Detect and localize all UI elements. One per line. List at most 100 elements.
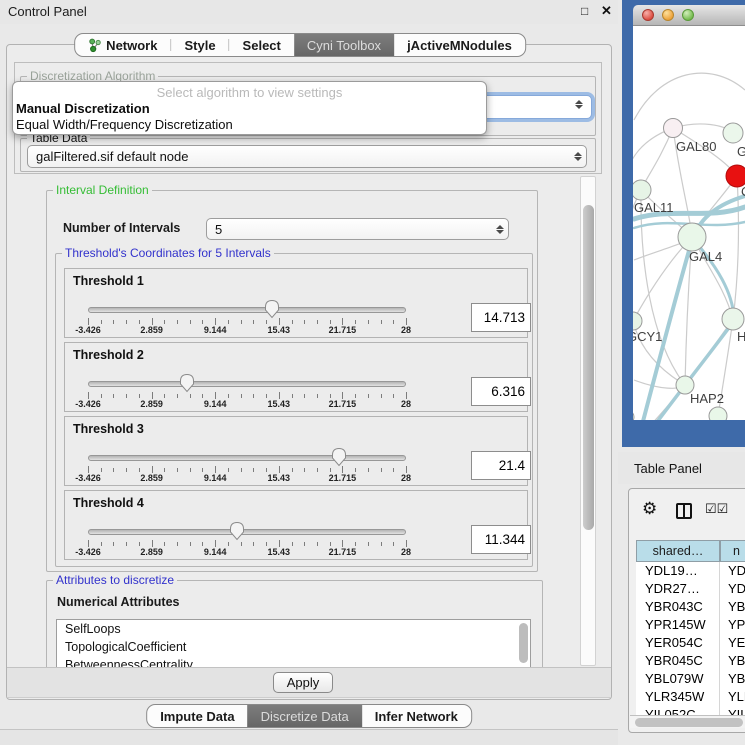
threshold-slider-track[interactable] xyxy=(88,381,406,387)
threshold-slider-track[interactable] xyxy=(88,529,406,535)
threshold-slider-thumb[interactable] xyxy=(229,521,245,541)
axis-tick xyxy=(152,392,153,399)
settings-scrollbar-thumb[interactable] xyxy=(583,205,594,530)
network-canvas[interactable]: GAL80GACGAL11GAL4GCY1HHAP2 xyxy=(633,26,745,420)
threshold-slider-thumb[interactable] xyxy=(264,299,280,319)
axis-tick xyxy=(139,320,140,324)
threshold-slider-thumb[interactable] xyxy=(179,373,195,393)
threshold-label: Threshold 1 xyxy=(73,274,144,288)
attribute-item-topologicalcoefficient[interactable]: TopologicalCoefficient xyxy=(57,638,530,656)
axis-tick xyxy=(393,320,394,324)
bottom-tab-bar: Impute DataDiscretize Data Infer Network xyxy=(146,704,472,728)
threshold-value-field[interactable]: 21.4 xyxy=(471,451,531,480)
table-row[interactable]: YPR145WYPR1 xyxy=(636,616,745,634)
table-rows[interactable]: YDL19…YDL1YDR27…YDR2YBR043CYBR0YPR145WYP… xyxy=(636,562,745,715)
tab-jactivemnodules[interactable]: jActiveMNodules xyxy=(394,34,525,56)
attributes-scrollbar-thumb[interactable] xyxy=(519,623,528,663)
axis-tick xyxy=(164,542,165,546)
axis-tick xyxy=(266,320,267,324)
zoom-window-icon[interactable] xyxy=(682,9,694,21)
network-node-label: C xyxy=(741,184,745,199)
threshold-slider-track[interactable] xyxy=(88,307,406,313)
tab-style[interactable]: Style xyxy=(171,34,228,56)
network-window-titlebar[interactable] xyxy=(633,5,745,26)
split-columns-icon[interactable] xyxy=(676,503,692,519)
threshold-value-field[interactable]: 6.316 xyxy=(471,377,531,406)
table-row[interactable]: YER054CYER0 xyxy=(636,634,745,652)
tab-discretize-data[interactable]: Discretize Data xyxy=(248,705,362,727)
table-data-combobox[interactable]: galFiltered.sif default node xyxy=(27,145,587,168)
network-node-ga[interactable] xyxy=(723,123,743,143)
number-of-intervals-value: 5 xyxy=(207,222,492,237)
axis-tick xyxy=(393,468,394,472)
algorithm-option-equal-width[interactable]: Equal Width/Frequency Discretization xyxy=(13,117,486,133)
column-header-shared-name[interactable]: shared… xyxy=(636,540,720,562)
axis-tick-label: 21.715 xyxy=(317,473,367,483)
column-header-name[interactable]: n xyxy=(720,540,745,562)
axis-tick xyxy=(279,466,280,473)
network-icon xyxy=(88,38,101,53)
combo-stepper-icon xyxy=(570,152,586,161)
axis-tick xyxy=(139,394,140,398)
network-window[interactable]: GAL80GACGAL11GAL4GCY1HHAP2 xyxy=(622,0,745,447)
axis-tick xyxy=(253,468,254,472)
numerical-attributes-list[interactable]: SelfLoopsTopologicalCoefficientBetweenne… xyxy=(56,619,531,667)
algorithm-option-manual[interactable]: Manual Discretization xyxy=(13,101,486,117)
network-node-gal11[interactable] xyxy=(633,180,651,200)
table-row[interactable]: YIL052CYIL0 xyxy=(636,706,745,715)
attribute-item-selfloops[interactable]: SelfLoops xyxy=(57,620,530,638)
numerical-attributes-label: Numerical Attributes xyxy=(57,595,179,609)
float-panel-icon[interactable]: □ xyxy=(581,4,588,18)
axis-tick xyxy=(101,320,102,324)
control-panel-title: Control Panel xyxy=(8,4,87,19)
settings-scrollbar[interactable] xyxy=(580,176,596,666)
tab-label: Infer Network xyxy=(375,709,458,724)
axis-tick xyxy=(342,540,343,547)
gear-icon[interactable]: ⚙ xyxy=(642,499,657,519)
threshold-panel-4: Threshold 4-3.4262.8599.14415.4321.71528… xyxy=(64,490,528,560)
table-hscrollbar-thumb[interactable] xyxy=(635,718,743,727)
table-row[interactable]: YBR043CYBR0 xyxy=(636,598,745,616)
axis-tick xyxy=(241,542,242,546)
tab-impute-data[interactable]: Impute Data xyxy=(147,705,247,727)
tab-network[interactable]: Network xyxy=(75,34,170,56)
axis-tick-label: 9.144 xyxy=(190,473,240,483)
network-node[interactable] xyxy=(709,407,727,420)
axis-tick xyxy=(342,392,343,399)
network-edge[interactable] xyxy=(634,73,745,120)
number-of-intervals-combobox[interactable]: 5 xyxy=(206,218,509,240)
table-hscrollbar[interactable] xyxy=(630,715,745,728)
network-graph[interactable]: GAL80GACGAL11GAL4GCY1HHAP2 xyxy=(633,26,745,420)
network-node[interactable] xyxy=(633,410,634,420)
network-node-gal80[interactable] xyxy=(664,119,683,138)
network-node-h[interactable] xyxy=(722,308,744,330)
tab-select[interactable]: Select xyxy=(230,34,294,56)
tab-cyni-toolbox[interactable]: Cyni Toolbox xyxy=(294,34,394,56)
close-window-icon[interactable] xyxy=(642,9,654,21)
threshold-value-field[interactable]: 14.713 xyxy=(471,303,531,332)
close-panel-icon[interactable]: ✕ xyxy=(601,3,612,19)
axis-tick-label: 2.859 xyxy=(127,473,177,483)
threshold-value-field[interactable]: 11.344 xyxy=(471,525,531,554)
checkbox-icons[interactable]: ☑☑ xyxy=(705,501,728,517)
table-row[interactable]: YDR27…YDR2 xyxy=(636,580,745,598)
table-row[interactable]: YBL079WYBL0 xyxy=(636,670,745,688)
threshold-slider-track[interactable] xyxy=(88,455,406,461)
thresholds-coordinates-group: Threshold's Coordinates for 5 Intervals … xyxy=(55,253,533,567)
minimize-window-icon[interactable] xyxy=(662,9,674,21)
network-node-gcy1[interactable] xyxy=(633,312,642,330)
table-row[interactable]: YDL19…YDL1 xyxy=(636,562,745,580)
table-row[interactable]: YBR045CYBR0 xyxy=(636,652,745,670)
network-node-gal4[interactable] xyxy=(678,223,706,251)
column-divider xyxy=(719,562,720,715)
cell-shared-name: YDL19… xyxy=(645,562,698,580)
tab-label: jActiveMNodules xyxy=(407,38,512,53)
axis-tick xyxy=(228,542,229,546)
tab-infer-network[interactable]: Infer Network xyxy=(362,705,471,727)
apply-button[interactable]: Apply xyxy=(273,672,333,693)
attribute-item-betweennesscentrality[interactable]: BetweennessCentrality xyxy=(57,656,530,667)
axis-tick xyxy=(317,542,318,546)
table-row[interactable]: YLR345WYLR3 xyxy=(636,688,745,706)
axis-tick xyxy=(292,320,293,324)
threshold-slider-thumb[interactable] xyxy=(331,447,347,467)
